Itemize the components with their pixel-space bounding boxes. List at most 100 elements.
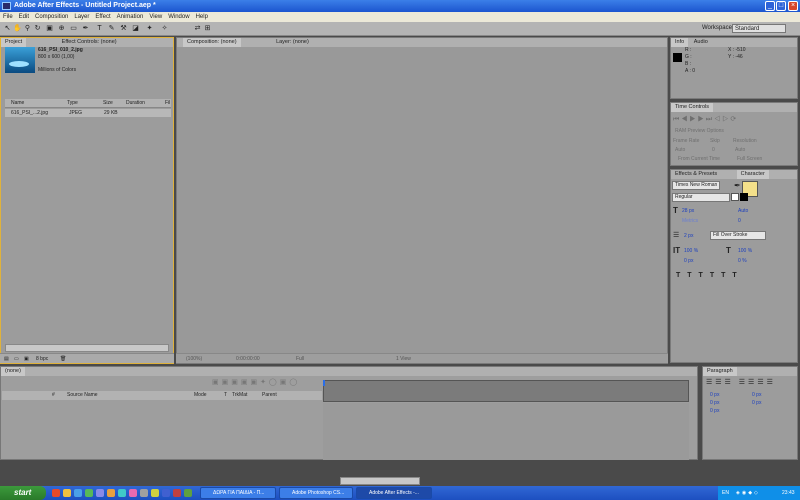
tab-effect-controls[interactable]: Effect Controls: (none) xyxy=(58,38,121,47)
quicklaunch-icon-1[interactable] xyxy=(52,489,60,497)
menu-composition[interactable]: Composition xyxy=(35,12,68,22)
vertical-scale-value[interactable]: 100 % xyxy=(684,248,698,254)
language-indicator[interactable]: EN xyxy=(722,486,729,500)
paragraph-align-icons[interactable]: ☰☰☰ ☰☰☰☰ xyxy=(706,378,776,386)
start-button[interactable]: start xyxy=(0,486,46,500)
menu-help[interactable]: Help xyxy=(196,12,208,22)
tab-time-controls[interactable]: Time Controls xyxy=(671,103,714,112)
time-ruler[interactable] xyxy=(323,380,689,402)
font-family-select[interactable]: Times New Roman xyxy=(672,181,720,190)
tab-paragraph[interactable]: Paragraph xyxy=(703,367,737,376)
interpret-footage-icon[interactable]: ▤ xyxy=(4,354,9,364)
comp-views[interactable]: 1 View xyxy=(396,354,411,364)
zoom-tool-icon[interactable]: ⚲ xyxy=(23,24,32,33)
ram-preview-options[interactable]: RAM Preview Options xyxy=(675,128,724,134)
quicklaunch-icon-3[interactable] xyxy=(74,489,82,497)
comp-timecode[interactable]: 0:00:00:00 xyxy=(236,354,260,364)
indent-left-value[interactable]: 0 px xyxy=(710,392,719,398)
horizontal-scale-value[interactable]: 100 % xyxy=(738,248,752,254)
indent-right-value[interactable]: 0 px xyxy=(752,392,761,398)
new-comp-icon[interactable]: ▣ xyxy=(24,354,29,364)
tab-timeline-none[interactable]: (none) xyxy=(1,367,25,376)
hand-tool-icon[interactable]: ✋ xyxy=(13,24,22,33)
tray-icons[interactable]: ◈◉◆◇ xyxy=(736,486,760,500)
mask-tool-icon[interactable]: ▭ xyxy=(69,24,78,33)
quicklaunch-icon-12[interactable] xyxy=(173,489,181,497)
quicklaunch-icon-4[interactable] xyxy=(85,489,93,497)
close-button[interactable]: × xyxy=(788,1,798,11)
axis-mode-icon[interactable]: ⇄ xyxy=(193,24,202,33)
kerning-value[interactable]: Metrics xyxy=(682,218,698,224)
space-after-value[interactable]: 0 px xyxy=(752,400,761,406)
brush-tool-icon[interactable]: ✎ xyxy=(107,24,116,33)
tab-info[interactable]: Info xyxy=(671,38,689,47)
quicklaunch-icon-9[interactable] xyxy=(140,489,148,497)
quicklaunch-icon-7[interactable] xyxy=(118,489,126,497)
tab-project[interactable]: Project xyxy=(1,38,27,47)
col-file-path[interactable]: Fil xyxy=(165,99,170,108)
bpc-label[interactable]: 8 bpc xyxy=(36,354,48,364)
new-folder-icon[interactable]: ▭ xyxy=(14,354,19,364)
frame-rate-select[interactable]: Auto xyxy=(675,147,685,153)
world-axis-icon[interactable]: ⊞ xyxy=(203,24,212,33)
tab-layer[interactable]: Layer: (none) xyxy=(272,38,313,47)
skip-select[interactable]: 0 xyxy=(712,147,715,153)
eyedropper-icon[interactable]: ✒ xyxy=(734,181,741,190)
project-row[interactable]: 616_PSI_...2.jpg JPEG 29 KB xyxy=(5,109,171,117)
menu-layer[interactable]: Layer xyxy=(74,12,89,22)
camera-tool-icon[interactable]: ▣ xyxy=(45,24,54,33)
type-tool-icon[interactable]: T xyxy=(95,24,104,33)
maximize-button[interactable]: □ xyxy=(776,1,786,11)
menu-edit[interactable]: Edit xyxy=(19,12,29,22)
quicklaunch-icon-6[interactable] xyxy=(107,489,115,497)
tab-composition[interactable]: Composition: (none) xyxy=(183,38,241,47)
rotate-tool-icon[interactable]: ↻ xyxy=(33,24,42,33)
font-style-select[interactable]: Regular xyxy=(672,193,730,202)
clone-stamp-tool-icon[interactable]: ⚒ xyxy=(119,24,128,33)
tab-effects-presets[interactable]: Effects & Presets xyxy=(671,170,721,179)
minimize-button[interactable]: _ xyxy=(765,1,775,11)
menu-file[interactable]: File xyxy=(3,12,13,22)
stroke-width-value[interactable]: 2 px xyxy=(684,233,693,239)
comp-zoom[interactable]: (100%) xyxy=(186,354,202,364)
taskbar-button-after-effects[interactable]: Adobe After Effects -... xyxy=(356,487,432,499)
comp-resolution[interactable]: Full xyxy=(296,354,304,364)
first-line-indent-value[interactable]: 0 px xyxy=(710,408,719,414)
quicklaunch-icon-2[interactable] xyxy=(63,489,71,497)
quicklaunch-icon-10[interactable] xyxy=(151,489,159,497)
menu-window[interactable]: Window xyxy=(168,12,189,22)
white-swatch[interactable] xyxy=(731,193,739,201)
playback-buttons[interactable]: ⏮ ◀ ▶ ▶ ⏭ ◁ ▷ ⟳ xyxy=(673,115,736,124)
quicklaunch-icon-5[interactable] xyxy=(96,489,104,497)
space-before-value[interactable]: 0 px xyxy=(710,400,719,406)
quicklaunch-icon-8[interactable] xyxy=(129,489,137,497)
from-current-time-checkbox[interactable]: From Current Time xyxy=(678,156,720,162)
menu-view[interactable]: View xyxy=(149,12,162,22)
quicklaunch-icon-11[interactable] xyxy=(162,489,170,497)
delete-icon[interactable]: 🗑 xyxy=(60,354,66,364)
tab-character[interactable]: Character xyxy=(736,170,769,179)
black-swatch[interactable] xyxy=(740,193,748,201)
resolution-select[interactable]: Auto xyxy=(735,147,745,153)
workspace-select[interactable]: Standard xyxy=(732,24,786,33)
timeline-switch-icons[interactable]: ▣▣▣▣▣✦◯▣◯ xyxy=(212,378,300,386)
tsume-value[interactable]: 0 % xyxy=(738,258,747,264)
full-screen-checkbox[interactable]: Full Screen xyxy=(737,156,762,162)
pan-behind-tool-icon[interactable]: ⊕ xyxy=(57,24,66,33)
taskbar-button-photoshop[interactable]: Adobe Photoshop CS... xyxy=(279,487,353,499)
selection-tool-icon[interactable]: ↖ xyxy=(3,24,12,33)
font-size-value[interactable]: 28 px xyxy=(682,208,694,214)
puppet-pin-icon[interactable]: ✧ xyxy=(160,24,169,33)
project-scrollbar[interactable] xyxy=(5,344,169,352)
quicklaunch-icon-13[interactable] xyxy=(184,489,192,497)
stroke-type-select[interactable]: Fill Over Stroke xyxy=(710,231,766,240)
work-area-start-icon[interactable] xyxy=(323,380,325,386)
timeline-tracks[interactable] xyxy=(323,403,689,460)
baseline-shift-value[interactable]: 0 px xyxy=(684,258,693,264)
timeline-zoom-slider[interactable] xyxy=(340,477,420,485)
taskbar-button-browser[interactable]: ΔΩΡΑ ΓΙΑ ΠΑΙΔΙΑ - Π... xyxy=(200,487,276,499)
pen-tool-icon[interactable]: ✒ xyxy=(81,24,90,33)
col-size[interactable]: Size xyxy=(103,99,113,108)
menu-animation[interactable]: Animation xyxy=(117,12,144,22)
text-style-buttons[interactable]: TTTTTT xyxy=(676,272,744,279)
